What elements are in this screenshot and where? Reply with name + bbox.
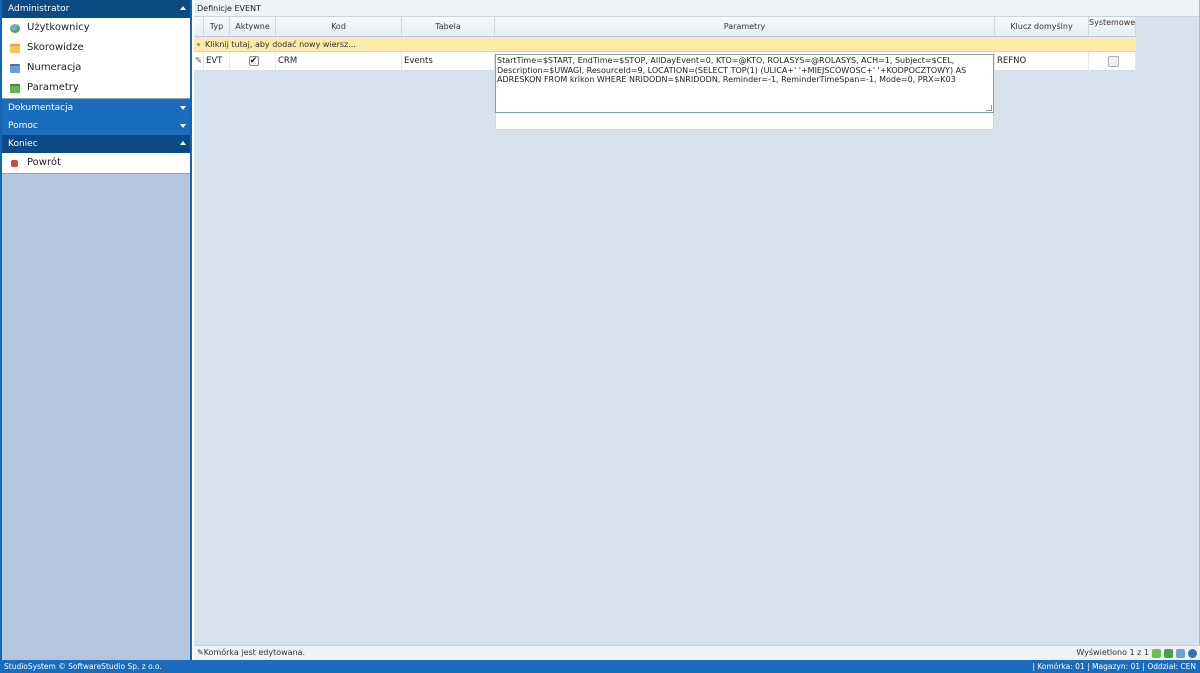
footer-bar: StudioSystem © SoftwareStudio Sp. z o.o.… [0,660,1200,673]
row-indicator-header [194,17,204,36]
column-header-typ[interactable]: Typ [204,17,230,36]
section-koniec[interactable]: Koniec [2,135,190,153]
sidebar-item-uzytkownicy[interactable]: Użytkownicy [2,18,190,38]
folder-icon [10,43,20,53]
session-info: | Komórka: 01 | Magazyn: 01 | Oddział: C… [1032,662,1196,671]
status-right: Wyświetlono 1 z 1 [1076,646,1197,660]
sidebar-item-skorowidze[interactable]: Skorowidze [2,38,190,58]
sidebar-item-label: Powrót [27,157,61,168]
main-panel: Definicje EVENT Typ Aktywne Kod Tabela P… [194,0,1200,660]
section-administrator-title: Administrator [8,4,70,14]
column-header-klucz-domyslny[interactable]: Klucz domyślny [995,17,1089,36]
sidebar-item-label: Skorowidze [27,42,84,53]
return-icon [11,159,18,167]
pencil-icon: ✎ [194,52,204,70]
parametry-value: StartTime=$START, EndTime=$STOP, AllDayE… [497,56,967,84]
section-dokumentacja-title: Dokumentacja [8,103,74,113]
parametry-editor-textarea[interactable]: StartTime=$START, EndTime=$STOP, AllDayE… [495,54,994,113]
parametry-editor-footer [495,113,994,130]
column-header-kod[interactable]: Kod [276,17,402,36]
cell-aktywne[interactable]: ✔ [230,52,276,70]
sidebar-item-label: Parametry [27,82,79,93]
cell-systemowe[interactable] [1089,52,1136,70]
administrator-items: Użytkownicy Skorowidze Numeracja Paramet… [2,18,190,99]
aktywne-checkbox[interactable]: ✔ [248,56,259,66]
refresh-icon[interactable] [1152,648,1161,658]
section-pomoc[interactable]: Pomoc [2,117,190,135]
systemowe-checkbox[interactable] [1107,56,1119,67]
cell-kod[interactable]: CRM [276,52,402,70]
add-new-row[interactable]: Kliknij tutaj, aby dodać nowy wiersz... [194,37,1136,52]
section-pomoc-title: Pomoc [8,121,38,131]
status-text: Komórka jest edytowana. [203,648,306,657]
sidebar: Administrator Użytkownicy Skorowidze Num… [0,0,192,660]
chevron-down-icon [180,124,186,128]
parameters-folder-icon [10,83,20,93]
koniec-items: Powrót [2,153,190,174]
status-bar: ✎Komórka jest edytowana. Wyświetlono 1 z… [194,645,1200,660]
panel-title: Definicje EVENT [194,0,1199,17]
sidebar-item-powrot[interactable]: Powrót [2,153,190,173]
section-administrator[interactable]: Administrator [2,0,190,18]
sidebar-item-label: Numeracja [27,62,82,73]
column-header-tabela[interactable]: Tabela [402,17,495,36]
help-icon[interactable] [1188,648,1197,658]
sidebar-item-numeracja[interactable]: Numeracja [2,58,190,78]
sidebar-item-label: Użytkownicy [27,22,90,33]
column-header-parametry[interactable]: Parametry [495,17,995,36]
sidebar-item-parametry[interactable]: Parametry [2,78,190,98]
cell-tabela[interactable]: Events [402,52,495,70]
section-dokumentacja[interactable]: Dokumentacja [2,99,190,117]
chevron-down-icon [180,106,186,110]
record-count: Wyświetlono 1 z 1 [1076,648,1149,657]
cell-typ[interactable]: EVT [204,52,230,70]
print-icon[interactable] [1176,648,1185,658]
event-definitions-grid: Typ Aktywne Kod Tabela Parametry Klucz d… [194,17,1136,130]
grid-header: Typ Aktywne Kod Tabela Parametry Klucz d… [194,17,1136,37]
add-new-row-label: Kliknij tutaj, aby dodać nowy wiersz... [205,40,356,49]
export-icon[interactable] [1164,648,1173,658]
cell-klucz-domyslny[interactable]: REFNO [995,52,1089,70]
column-header-systemowe[interactable]: Systemowe [1089,17,1136,36]
column-header-aktywne[interactable]: Aktywne [230,17,276,36]
checkmark-icon: ✔ [249,56,258,66]
section-koniec-title: Koniec [8,139,38,149]
copyright-text: StudioSystem © SoftwareStudio Sp. z o.o. [4,662,162,671]
numbering-folder-icon [10,63,20,73]
chevron-up-icon [180,141,186,145]
resize-handle-icon[interactable] [986,105,992,111]
edit-pencil-icon: ✎ [197,648,204,657]
chevron-up-icon [180,6,186,10]
new-row-icon [197,43,200,46]
users-icon [10,23,20,33]
